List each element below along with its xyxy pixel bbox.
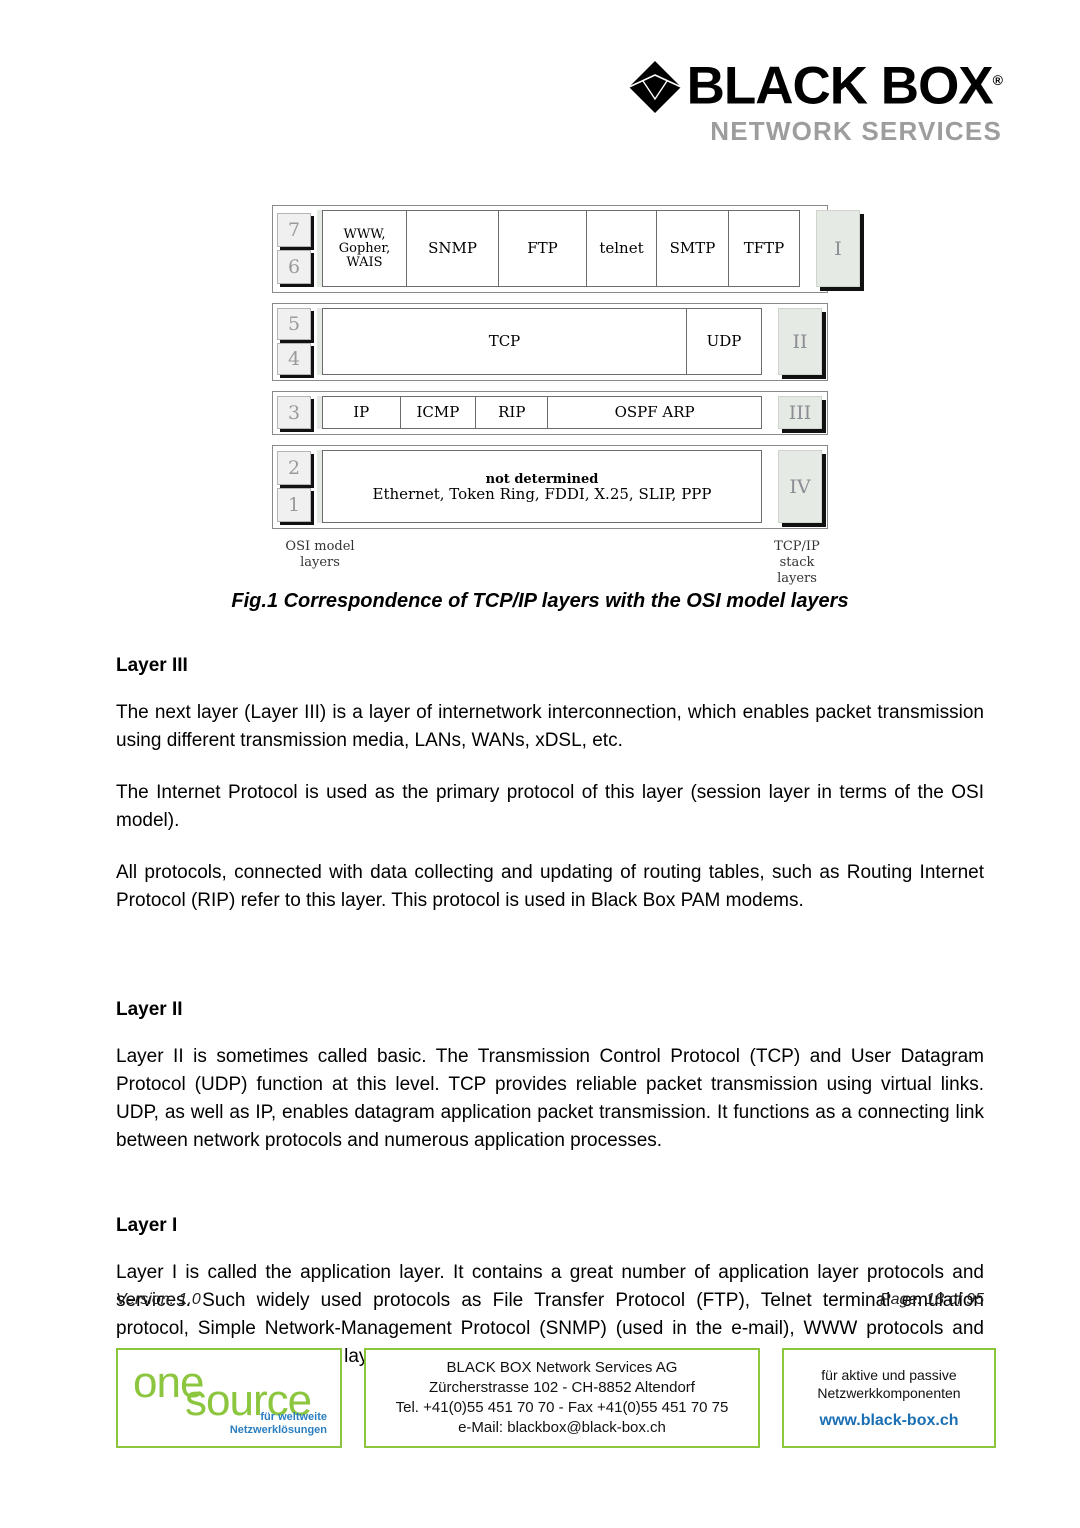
paragraph-layer2-1: Layer II is sometimes called basic. The … <box>116 1046 984 1151</box>
tcpip-numeral-column: III <box>762 396 822 429</box>
protocol-cell: RIP <box>475 396 548 429</box>
tcpip-osi-figure: 7 6 WWW, Gopher, WAIS SNMP FTP telnet SMTP TFTP I 5… <box>272 205 860 597</box>
page-number-label: Page. 18 of 95 <box>879 1291 984 1308</box>
osi-layer-number: 2 <box>277 451 311 485</box>
tcpip-layer-numeral: II <box>778 308 822 375</box>
protocol-cell: SMTP <box>656 210 728 287</box>
onesource-tagline: für weltweite Netzwerklösungen <box>230 1411 327 1437</box>
registered-mark-icon: ® <box>992 72 1003 88</box>
protocol-cells: not determined Ethernet, Token Ring, FDDI… <box>317 450 762 523</box>
osi-layer-number: 5 <box>277 308 311 340</box>
document-body: Layer III The next layer (Layer III) is … <box>116 655 984 1395</box>
osi-number-column: 21 <box>277 450 317 523</box>
osi-layer-number: 3 <box>277 396 311 429</box>
protocol-cell: TCP <box>322 308 686 375</box>
link-media-label: Ethernet, Token Ring, FDDI, X.25, SLIP, … <box>372 484 712 503</box>
tcpip-layer-numeral: IV <box>778 450 822 523</box>
tcpip-numeral-column: IV <box>762 450 822 523</box>
services-box: für aktive und passive Netzwerkkomponent… <box>782 1348 996 1448</box>
onesource-tagline-line1: für weltweite <box>260 1411 327 1423</box>
address-line-street: Zürcherstrasse 102 - CH-8852 Altendorf <box>429 1379 695 1396</box>
figure-row: 7 6 WWW, Gopher, WAIS SNMP FTP telnet SMTP TFTP I <box>272 205 860 293</box>
protocol-label: Gopher, <box>338 240 391 256</box>
company-address: BLACK BOX Network Services AG Zürcherstr… <box>396 1358 729 1438</box>
address-line-email: e-Mail: blackbox@black-box.ch <box>458 1419 666 1436</box>
paragraph-layer3-3: All protocols, connected with data colle… <box>116 862 984 911</box>
onesource-logo-box: one source für weltweite Netzwerklösunge… <box>116 1348 342 1448</box>
figure-rows: 7 6 WWW, Gopher, WAIS SNMP FTP telnet SMTP TFTP I 5… <box>272 205 860 529</box>
tcpip-stack-layers-label: TCP/IP stack layers <box>774 539 820 586</box>
protocol-cell: UDP <box>685 308 762 375</box>
tcpip-numeral-column: II <box>762 308 822 375</box>
footer-boxes: one source für weltweite Netzwerklösunge… <box>116 1348 996 1448</box>
website-link[interactable]: www.black-box.ch <box>817 1412 960 1430</box>
protocol-cells: IP ICMP RIP OSPF ARP <box>317 396 762 429</box>
services-line2: Netzwerkkomponenten <box>817 1385 961 1401</box>
figure-row: 3 IP ICMP RIP OSPF ARP III <box>272 391 828 435</box>
logo-wordmark: BLACK BOX® <box>687 55 1003 113</box>
address-line-company: BLACK BOX Network Services AG <box>446 1359 678 1376</box>
diamond-logo-icon <box>628 61 681 113</box>
protocol-label: WWW, <box>343 226 386 242</box>
protocol-cell: TFTP <box>728 210 800 287</box>
section-heading-layer2: Layer II <box>116 999 183 1020</box>
osi-number-column: 54 <box>277 308 317 375</box>
tcpip-layer-numeral: I <box>816 210 860 287</box>
services-line1: für aktive und passive <box>821 1367 957 1383</box>
logo-row: BLACK BOX® <box>628 55 1003 115</box>
osi-layer-number: 6 <box>277 250 311 284</box>
protocol-cells: TCP UDP <box>317 308 762 375</box>
figure-row: 2 1 not determined Ethernet, Token Ring, FD… <box>272 445 828 529</box>
paragraph-layer3-1: The next layer (Layer III) is a layer of… <box>116 702 984 751</box>
company-address-box: BLACK BOX Network Services AG Zürcherstr… <box>364 1348 760 1448</box>
protocol-label: WAIS <box>346 254 383 270</box>
osi-layer-number: 1 <box>277 488 311 522</box>
protocol-cell: IP <box>322 396 400 429</box>
osi-layer-number: 4 <box>277 343 311 375</box>
protocol-cells: WWW, Gopher, WAIS SNMP FTP telnet SMTP TFTP <box>317 210 800 287</box>
tcpip-numeral-column: I <box>800 210 860 287</box>
figure-axis-labels: OSI model layers TCP/IP stack layers <box>272 539 828 597</box>
protocol-cell: not determined Ethernet, Token Ring, FDDI… <box>322 450 762 523</box>
protocol-cell: SNMP <box>406 210 498 287</box>
paragraph-layer3-2: The Internet Protocol is used as the pri… <box>116 782 984 831</box>
osi-number-column: 76 <box>277 210 317 287</box>
section-heading-layer1: Layer I <box>116 1215 178 1236</box>
tcpip-layer-numeral: III <box>778 396 822 429</box>
protocol-cell: OSPF ARP <box>547 396 762 429</box>
footer-meta: Version: 1.0 Page. 18 of 95 <box>116 1291 984 1309</box>
protocol-cell: telnet <box>586 210 656 287</box>
protocol-cell: ICMP <box>399 396 476 429</box>
osi-number-column: 3 <box>277 396 317 429</box>
logo-main-text: BLACK BOX <box>686 56 994 116</box>
figure-row: 5 4 TCP UDP II <box>272 303 828 381</box>
osi-model-layers-label: OSI model layers <box>285 539 355 570</box>
services-text: für aktive und passive Netzwerkkomponent… <box>817 1366 960 1430</box>
version-label: Version: 1.0 <box>116 1291 201 1308</box>
onesource-logo: one source für weltweite Netzwerklösunge… <box>129 1359 329 1437</box>
protocol-cell: FTP <box>498 210 586 287</box>
brand-logo: BLACK BOX® NETWORK SERVICES <box>628 55 1003 146</box>
address-line-phone: Tel. +41(0)55 451 70 70 - Fax +41(0)55 4… <box>395 1399 729 1416</box>
protocol-cell: WWW, Gopher, WAIS <box>322 210 406 287</box>
osi-layer-number: 7 <box>277 213 311 247</box>
figure-caption: Fig.1 Correspondence of TCP/IP layers wi… <box>231 590 849 612</box>
section-heading-layer3: Layer III <box>116 655 188 676</box>
onesource-tagline-line2: Netzwerklösungen <box>229 1424 327 1436</box>
logo-subtitle: NETWORK SERVICES <box>710 116 1002 146</box>
